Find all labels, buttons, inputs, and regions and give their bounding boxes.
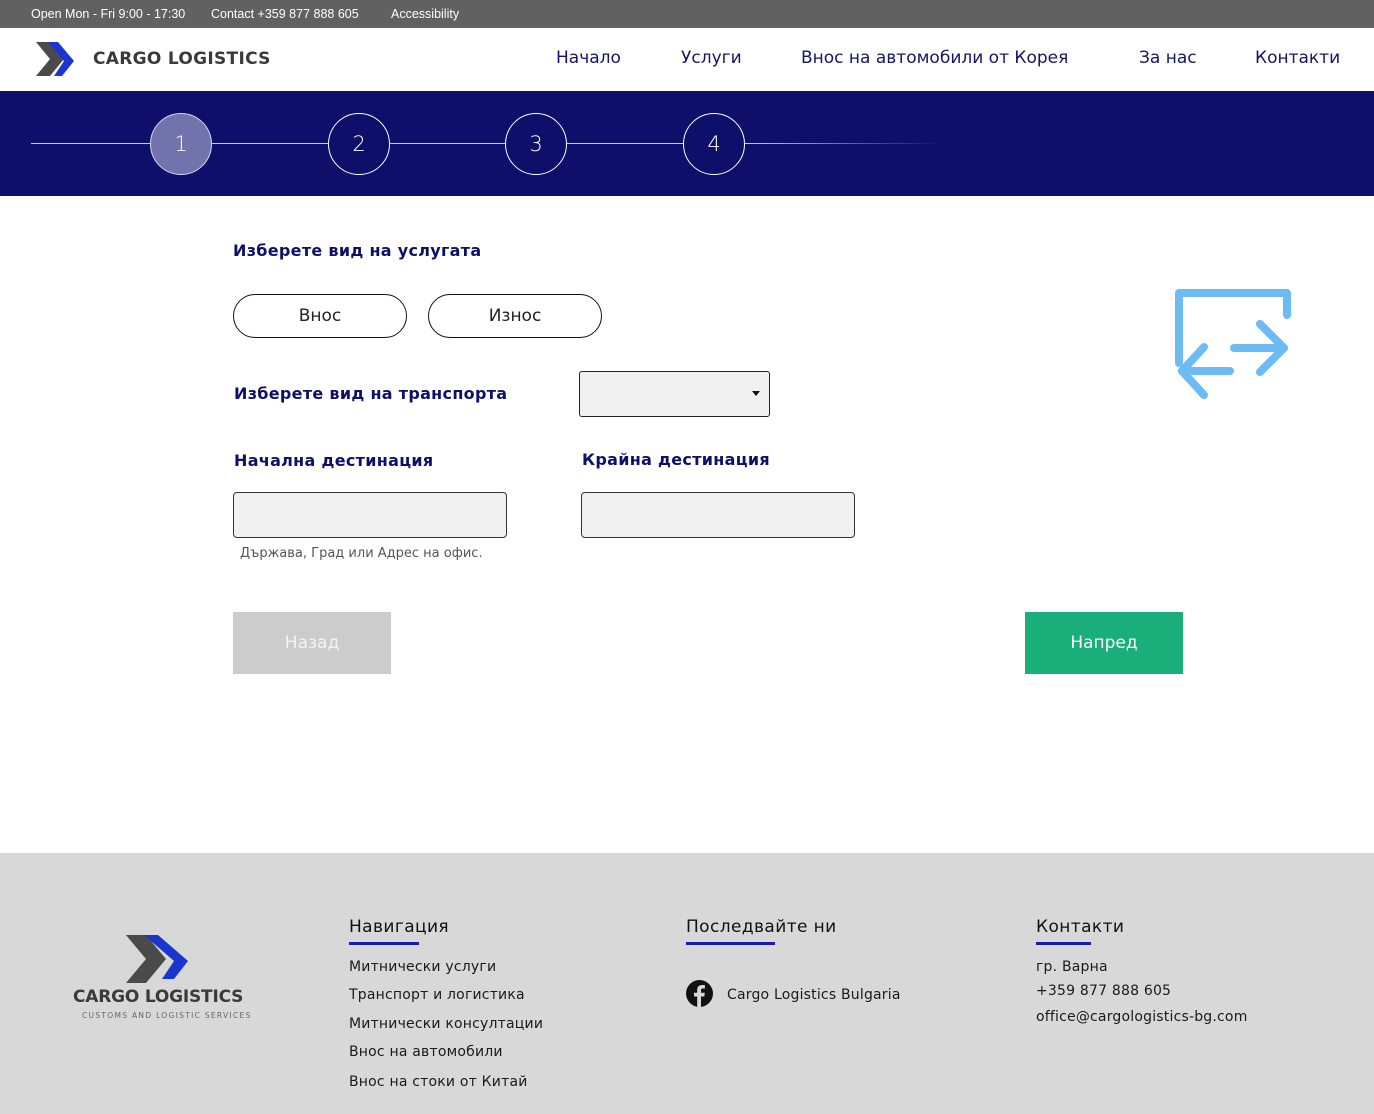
origin-hint: Държава, Град или Адрес на офис. bbox=[240, 546, 483, 561]
back-button[interactable]: Назад bbox=[233, 612, 391, 674]
footer-logo-text: CARGO LOGISTICS bbox=[73, 987, 244, 1007]
footer-navigation-heading: Навигация bbox=[349, 917, 450, 937]
destination-input[interactable] bbox=[581, 492, 855, 538]
step-connector bbox=[745, 143, 940, 144]
step-4[interactable]: 4 bbox=[683, 113, 745, 175]
destination-label: Крайна дестинация bbox=[582, 450, 770, 469]
nav-services[interactable]: Услуги bbox=[681, 48, 742, 68]
next-button[interactable]: Напред bbox=[1025, 612, 1183, 674]
footer-logo-chevron-icon bbox=[126, 935, 188, 983]
footer-follow-heading: Последвайте ни bbox=[686, 917, 837, 937]
contact-phone[interactable]: Contact +359 877 888 605 bbox=[211, 7, 359, 21]
footer-logo-tagline: CUSTOMS AND LOGISTIC SERVICES bbox=[82, 1011, 252, 1020]
transport-type-label: Изберете вид на транспорта bbox=[234, 384, 508, 403]
export-option-button[interactable]: Износ bbox=[428, 294, 602, 338]
nav-contacts[interactable]: Контакти bbox=[1255, 48, 1340, 68]
heading-underline bbox=[686, 942, 775, 945]
site-header: CARGO LOGISTICS Начало Услуги Внос на ав… bbox=[0, 28, 1374, 91]
progress-stepper: 1 2 3 4 bbox=[0, 91, 1374, 196]
footer-link-china-goods[interactable]: Внос на стоки от Китай bbox=[349, 1074, 528, 1090]
step-connector bbox=[31, 143, 150, 144]
step-2[interactable]: 2 bbox=[328, 113, 390, 175]
import-option-button[interactable]: Внос bbox=[233, 294, 407, 338]
nav-home[interactable]: Начало bbox=[556, 48, 621, 68]
origin-input[interactable] bbox=[233, 492, 507, 538]
chevron-down-icon bbox=[752, 391, 760, 396]
footer-city: гр. Варна bbox=[1036, 959, 1108, 975]
footer-email[interactable]: office@cargologistics-bg.com bbox=[1036, 1009, 1248, 1025]
footer-link-transport-logistics[interactable]: Транспорт и логистика bbox=[349, 987, 525, 1003]
step-connector bbox=[212, 143, 328, 144]
nav-car-import-korea[interactable]: Внос на автомобили от Корея bbox=[801, 48, 1068, 68]
service-type-label: Изберете вид на услугата bbox=[233, 241, 482, 260]
exchange-arrows-icon bbox=[1175, 289, 1291, 399]
facebook-icon[interactable] bbox=[686, 980, 713, 1007]
heading-underline bbox=[1036, 942, 1091, 945]
origin-label: Начална дестинация bbox=[234, 451, 434, 470]
footer-link-customs-consulting[interactable]: Митнически консултации bbox=[349, 1016, 543, 1032]
step-connector bbox=[567, 143, 683, 144]
step-3[interactable]: 3 bbox=[505, 113, 567, 175]
transport-type-select[interactable] bbox=[579, 371, 770, 417]
top-info-bar: Open Mon - Fri 9:00 - 17:30 Contact +359… bbox=[0, 0, 1374, 28]
footer-link-car-import[interactable]: Внос на автомобили bbox=[349, 1044, 503, 1060]
heading-underline bbox=[349, 942, 419, 945]
step-1[interactable]: 1 bbox=[150, 113, 212, 175]
facebook-link[interactable]: Cargo Logistics Bulgaria bbox=[727, 987, 901, 1003]
logo-chevron-icon[interactable] bbox=[34, 41, 78, 77]
opening-hours: Open Mon - Fri 9:00 - 17:30 bbox=[31, 7, 186, 21]
footer-contacts-heading: Контакти bbox=[1036, 917, 1125, 937]
footer-phone[interactable]: +359 877 888 605 bbox=[1036, 983, 1171, 999]
footer-link-customs-services[interactable]: Митнически услуги bbox=[349, 959, 496, 975]
step-connector bbox=[390, 143, 505, 144]
logo-text[interactable]: CARGO LOGISTICS bbox=[93, 49, 271, 69]
nav-about[interactable]: За нас bbox=[1139, 48, 1197, 68]
accessibility-link[interactable]: Accessibility bbox=[391, 7, 459, 21]
site-footer: CARGO LOGISTICS CUSTOMS AND LOGISTIC SER… bbox=[0, 853, 1374, 1114]
